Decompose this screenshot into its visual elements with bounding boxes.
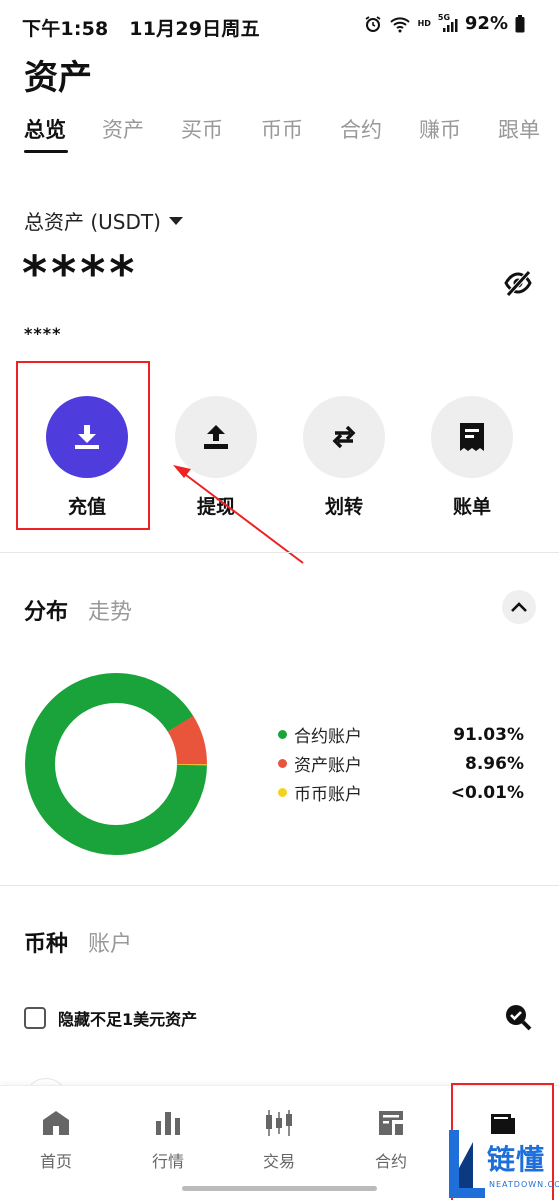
nav-home-label: 首页 xyxy=(39,1152,72,1171)
nav-contract[interactable]: 合约 xyxy=(351,1106,431,1172)
legend-item-futures-account: 合约账户 91.03% xyxy=(278,720,524,749)
distribution-tabs: 分布 走势 xyxy=(24,594,132,626)
nav-market-label: 行情 xyxy=(151,1152,184,1171)
legend-dot xyxy=(278,788,287,797)
annotation-arrow xyxy=(173,465,304,564)
home-indicator[interactable] xyxy=(182,1186,377,1191)
watermark: 链懂 NEATDOWN.COM xyxy=(447,1128,559,1200)
currency-tabs: 币种 账户 xyxy=(24,926,132,958)
nav-contract-label: 合约 xyxy=(374,1152,407,1171)
tab-account[interactable]: 账户 xyxy=(88,932,132,957)
tab-distribution[interactable]: 分布 xyxy=(24,600,68,625)
divider xyxy=(0,885,559,886)
search-check-icon[interactable] xyxy=(504,1003,532,1031)
legend-dot xyxy=(278,730,287,739)
watermark-text: 链懂 xyxy=(487,1143,546,1176)
chevron-up-icon xyxy=(511,602,527,612)
nav-market[interactable]: 行情 xyxy=(128,1106,208,1172)
trade-icon xyxy=(266,1110,292,1136)
collapse-button[interactable] xyxy=(502,590,536,624)
hide-small-assets-toggle[interactable]: 隐藏不足1美元资产 xyxy=(24,1006,197,1030)
contract-icon xyxy=(379,1111,403,1135)
legend-name: 币币账户 xyxy=(294,785,362,805)
tab-trend[interactable]: 走势 xyxy=(88,600,132,625)
legend-percent: 91.03% xyxy=(453,724,524,745)
nav-trade[interactable]: 交易 xyxy=(239,1106,319,1172)
home-icon xyxy=(43,1111,69,1135)
hide-small-assets-checkbox[interactable] xyxy=(24,1007,46,1029)
distribution-legend: 合约账户 91.03% 资产账户 8.96% 币币账户 <0.01% xyxy=(278,720,524,807)
legend-item-spot-account: 币币账户 <0.01% xyxy=(278,778,524,807)
legend-name: 资产账户 xyxy=(294,756,362,776)
donut-slice-0 xyxy=(25,673,207,855)
watermark-subtext: NEATDOWN.COM xyxy=(489,1180,559,1189)
tab-currency[interactable]: 币种 xyxy=(24,932,68,957)
legend-percent: 8.96% xyxy=(465,753,524,774)
watermark-logo-icon xyxy=(449,1130,485,1198)
divider xyxy=(0,552,559,553)
legend-name: 合约账户 xyxy=(294,727,362,747)
distribution-donut-chart xyxy=(25,673,207,856)
legend-dot xyxy=(278,759,287,768)
market-icon xyxy=(156,1112,180,1135)
nav-trade-label: 交易 xyxy=(262,1152,295,1171)
nav-home[interactable]: 首页 xyxy=(16,1106,96,1172)
legend-item-funding-account: 资产账户 8.96% xyxy=(278,749,524,778)
legend-percent: <0.01% xyxy=(450,782,524,803)
hide-small-assets-label: 隐藏不足1美元资产 xyxy=(58,1010,198,1029)
